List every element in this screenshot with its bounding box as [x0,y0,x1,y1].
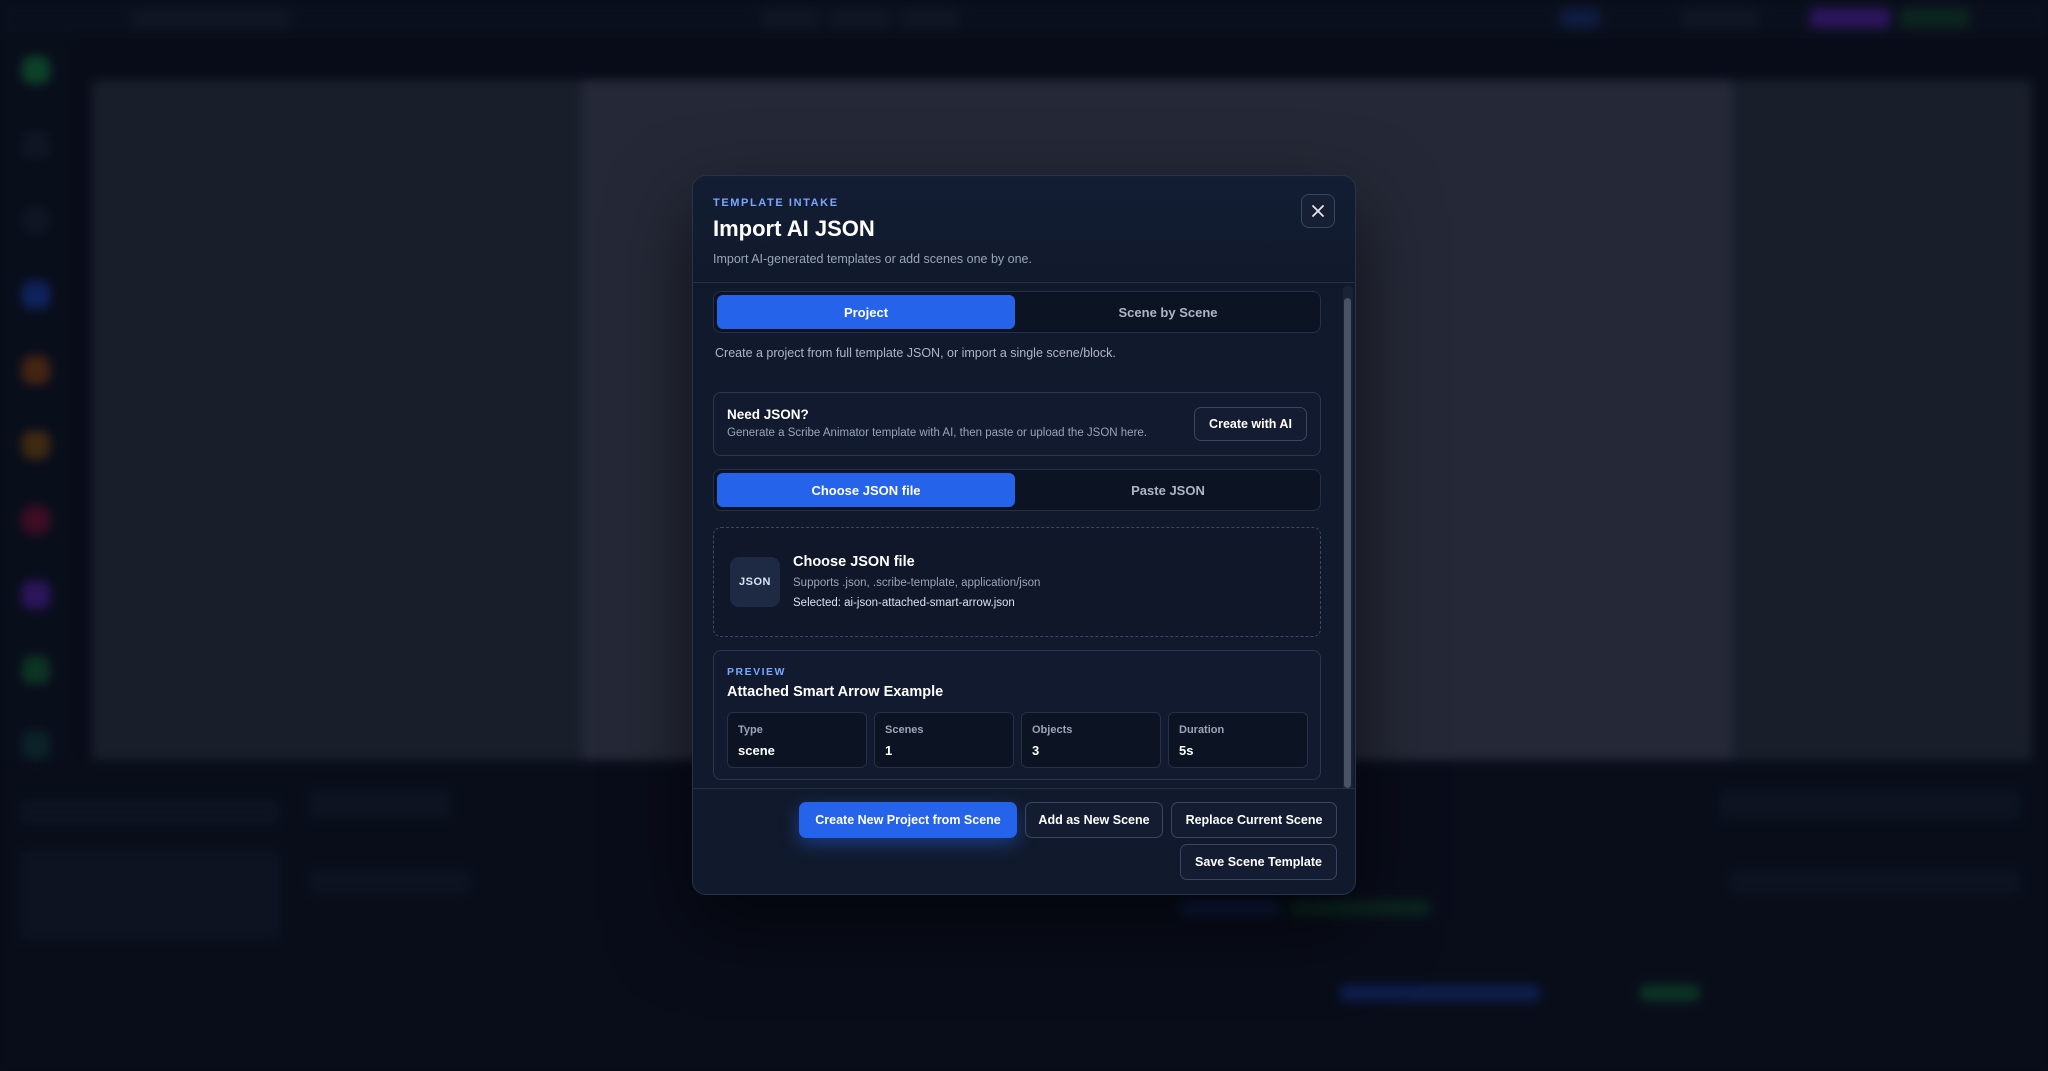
stat-value: 5s [1179,743,1194,758]
json-file-icon: JSON [730,557,780,607]
json-file-dropzone[interactable]: JSON Choose JSON file Supports .json, .s… [713,527,1321,637]
tab-project[interactable]: Project [717,295,1015,329]
dialog-eyebrow: TEMPLATE INTAKE [713,197,839,209]
dialog-header: TEMPLATE INTAKE Import AI JSON Import AI… [693,176,1355,283]
dialog-footer: Create New Project from Scene Add as New… [693,788,1355,894]
mode-description: Create a project from full template JSON… [715,346,1116,360]
source-tabs: Choose JSON file Paste JSON [713,469,1321,511]
add-as-new-scene-button[interactable]: Add as New Scene [1025,802,1163,838]
preview-title: Attached Smart Arrow Example [727,684,944,700]
preview-eyebrow: PREVIEW [727,666,786,678]
stat-label: Duration [1179,724,1225,736]
file-picker-supports: Supports .json, .scribe-template, applic… [793,577,1041,589]
import-json-dialog: TEMPLATE INTAKE Import AI JSON Import AI… [692,175,1356,895]
replace-current-scene-button[interactable]: Replace Current Scene [1171,802,1337,838]
file-picker-title: Choose JSON file [793,554,915,570]
tab-paste-json[interactable]: Paste JSON [1019,473,1317,507]
dialog-title: Import AI JSON [713,216,875,241]
stat-label: Type [738,724,763,736]
stat-label: Objects [1032,724,1073,736]
stat-objects: Objects 3 [1021,712,1161,768]
create-with-ai-button[interactable]: Create with AI [1194,407,1307,441]
stat-value: 1 [885,743,893,758]
need-json-card: Need JSON? Generate a Scribe Animator te… [713,392,1321,456]
tab-scene-by-scene[interactable]: Scene by Scene [1019,295,1317,329]
stat-scenes: Scenes 1 [874,712,1014,768]
stat-duration: Duration 5s [1168,712,1308,768]
dialog-subtitle: Import AI-generated templates or add sce… [713,252,1032,266]
stat-type: Type scene [727,712,867,768]
mode-tabs: Project Scene by Scene [713,291,1321,333]
scrollbar-thumb[interactable] [1344,298,1351,788]
need-json-subtitle: Generate a Scribe Animator template with… [727,427,1147,439]
file-picker-selected: Selected: ai-json-attached-smart-arrow.j… [793,597,1015,609]
close-icon [1312,205,1324,217]
create-project-from-scene-button[interactable]: Create New Project from Scene [799,802,1017,838]
stat-label: Scenes [885,724,924,736]
preview-card: PREVIEW Attached Smart Arrow Example Typ… [713,650,1321,780]
need-json-title: Need JSON? [727,407,809,422]
close-button[interactable] [1301,194,1335,228]
stat-value: scene [738,743,775,758]
tab-choose-json-file[interactable]: Choose JSON file [717,473,1015,507]
stat-value: 3 [1032,743,1040,758]
save-scene-template-button[interactable]: Save Scene Template [1180,844,1337,880]
